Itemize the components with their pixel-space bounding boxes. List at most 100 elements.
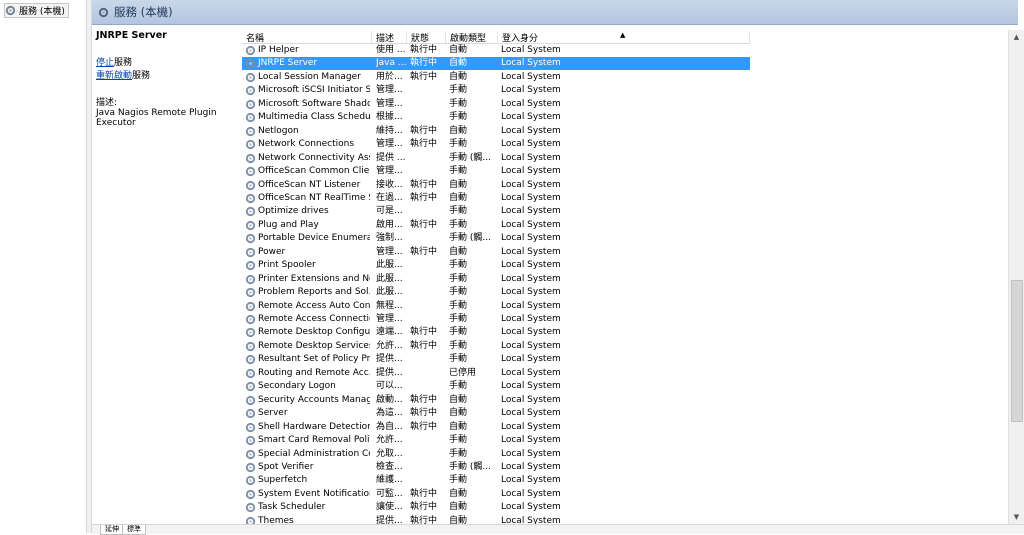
table-row[interactable]: IP Helper 使用 ... 執行中 自動 Local System [242,44,750,57]
tab-standard[interactable]: 標準 [122,525,146,535]
table-row[interactable]: Superfetch 維護... 手動 Local System [242,474,750,487]
service-startup-type: 手動 [449,166,468,176]
service-logon-as: Local System [501,489,561,499]
table-row[interactable]: OfficeScan Common Clie... 管理... 手動 Local Sy… [242,165,750,178]
service-gear-icon [245,301,256,312]
service-status [410,313,446,326]
service-description: 此服... [376,274,403,284]
service-startup-type: 手動 [449,354,468,364]
service-logon-as: Local System [501,475,561,485]
service-status [410,353,446,366]
service-gear-icon [245,395,256,406]
scroll-thumb[interactable] [1011,280,1023,422]
table-row[interactable]: System Event Notification ... 可監... 執行中 自動 L… [242,488,750,501]
service-logon-as: Local System [501,287,561,297]
service-description: 可以... [376,381,403,391]
service-description: 此服... [376,287,403,297]
service-gear-icon [245,112,256,123]
service-logon-as: Local System [501,274,561,284]
table-row[interactable]: Remote Access Auto Con... 無程... 手動 Local Sy… [242,300,750,313]
service-startup-type: 手動 [449,206,468,216]
service-status: 執行中 [410,193,438,203]
table-row[interactable]: Netlogon 維持... 執行中 自動 Local System [242,125,750,138]
table-row[interactable]: Local Session Manager 用於... 執行中 自動 Local Sys… [242,71,750,84]
table-row[interactable]: Multimedia Class Scheduler 根據... 手動 Local S… [242,111,750,124]
table-row[interactable]: Optimize drives 可是... 手動 Local System [242,205,750,218]
service-name-cell: Multimedia Class Scheduler [245,111,370,124]
tree-item-label: 服務 (本機) [19,7,65,17]
service-logon-as: Local System [501,220,561,230]
service-gear-icon [245,475,256,486]
service-gear-icon [245,354,256,365]
column-header-description[interactable]: 描述 [372,31,407,44]
restart-service-link[interactable]: 重新啟動 [96,71,132,81]
service-status: 執行中 [410,489,438,499]
service-name-cell: Security Accounts Manager [245,394,370,407]
table-row[interactable]: Remote Desktop Services ... 允許... 執行中 手動 Loc… [242,340,750,353]
service-name-cell: Network Connectivity Assi... [245,152,370,165]
table-row[interactable]: Smart Card Removal Policy 允許... 手動 Local Sy… [242,434,750,447]
table-row[interactable]: Network Connections 管理... 執行中 手動 Local Syste… [242,138,750,151]
column-header-startup-type[interactable]: 啟動類型 [446,31,498,44]
service-description: 允許... [376,435,403,445]
service-name-cell: Superfetch [245,474,370,487]
table-row[interactable]: Shell Hardware Detection 為自... 執行中 自動 Local … [242,421,750,434]
table-row[interactable]: Print Spooler 此服... 手動 Local System [242,259,750,272]
service-description: 強制... [376,233,403,243]
splitter[interactable] [87,0,92,533]
table-row[interactable]: OfficeScan NT Listener 接收... 執行中 自動 Local Sy… [242,179,750,192]
service-logon-as: Local System [501,233,561,243]
table-row[interactable]: Microsoft iSCSI Initiator S... 管理... 手動 Loc… [242,84,750,97]
table-row[interactable]: Routing and Remote Acc... 提供... 已停用 Local S… [242,367,750,380]
table-row[interactable]: Resultant Set of Policy Pro... 提供... 手動 Loc… [242,353,750,366]
services-list: 名稱 描述 狀態 啟動類型 登入身分 ▲ IP Helper 使用 ... 執行中自… [242,30,1007,524]
service-gear-icon [245,99,256,110]
service-startup-type: 手動 (觸... [449,153,491,163]
table-row[interactable]: Special Administration Co... 允取... 手動 Local… [242,448,750,461]
service-gear-icon [245,72,256,83]
table-row[interactable]: Microsoft Software Shado... 管理... 手動 Local … [242,98,750,111]
service-gear-icon [245,287,256,298]
tree-item-services-local[interactable]: 服務 (本機) [4,3,69,18]
table-row[interactable]: Remote Desktop Configur... 遠端... 執行中 手動 Loca… [242,326,750,339]
table-row[interactable]: Printer Extensions and No... 此服... 手動 Local… [242,273,750,286]
table-row[interactable]: Plug and Play 啟用... 執行中 手動 Local System [242,219,750,232]
vertical-scrollbar[interactable]: ▲ ▼ [1008,30,1024,524]
table-row[interactable]: Security Accounts Manager 啟動... 執行中 自動 Local… [242,394,750,407]
service-logon-as: Local System [501,381,561,391]
table-row[interactable]: Power 管理... 執行中 自動 Local System [242,246,750,259]
column-header-status[interactable]: 狀態 [407,31,446,44]
table-row[interactable]: Themes 提供... 執行中 自動 Local System [242,515,750,524]
service-name-cell: IP Helper [245,44,370,57]
services-gear-icon [98,7,109,17]
table-row[interactable]: Portable Device Enumerat... 強制... 手動 (觸...… [242,232,750,245]
service-logon-as: Local System [501,58,561,68]
service-name: Portable Device Enumerat... [258,233,370,243]
table-row[interactable]: Spot Verifier 檢查... 手動 (觸... Local System [242,461,750,474]
service-description: 管理... [376,85,403,95]
table-row[interactable]: Problem Reports and Sol... 此服... 手動 Local S… [242,286,750,299]
service-logon-as: Local System [501,45,561,55]
service-status: 執行中 [410,502,438,512]
stop-service-suffix: 服務 [114,58,133,68]
service-startup-type: 手動 [449,220,468,230]
service-gear-icon [245,193,256,204]
column-header-name[interactable]: 名稱 [242,31,372,44]
service-status [410,165,446,178]
service-startup-type: 手動 [449,112,468,122]
scroll-up-icon[interactable]: ▲ [1009,30,1024,44]
tab-extended[interactable]: 延伸 [100,525,124,535]
service-startup-type: 自動 [449,58,468,68]
table-row[interactable]: Secondary Logon 可以... 手動 Local System [242,380,750,393]
scroll-down-icon[interactable]: ▼ [1009,510,1024,524]
table-row[interactable]: Task Scheduler 讓使... 執行中 自動 Local System [242,501,750,514]
table-row[interactable]: OfficeScan NT RealTime S... 在過... 執行中 自動 Loc… [242,192,750,205]
table-row[interactable]: JNRPE Server Java ... 執行中 自動 Local System [242,57,750,70]
table-row[interactable]: Remote Access Connectio... 管理... 手動 Local S… [242,313,750,326]
table-row[interactable]: Server 為這... 執行中 自動 Local System [242,407,750,420]
table-row[interactable]: Network Connectivity Assi... 提供 ... 手動 (觸.… [242,152,750,165]
service-name: OfficeScan NT RealTime S... [258,193,370,203]
service-logon-as: Local System [501,166,561,176]
stop-service-link[interactable]: 停止 [96,58,114,68]
service-startup-type: 手動 (觸... [449,233,491,243]
